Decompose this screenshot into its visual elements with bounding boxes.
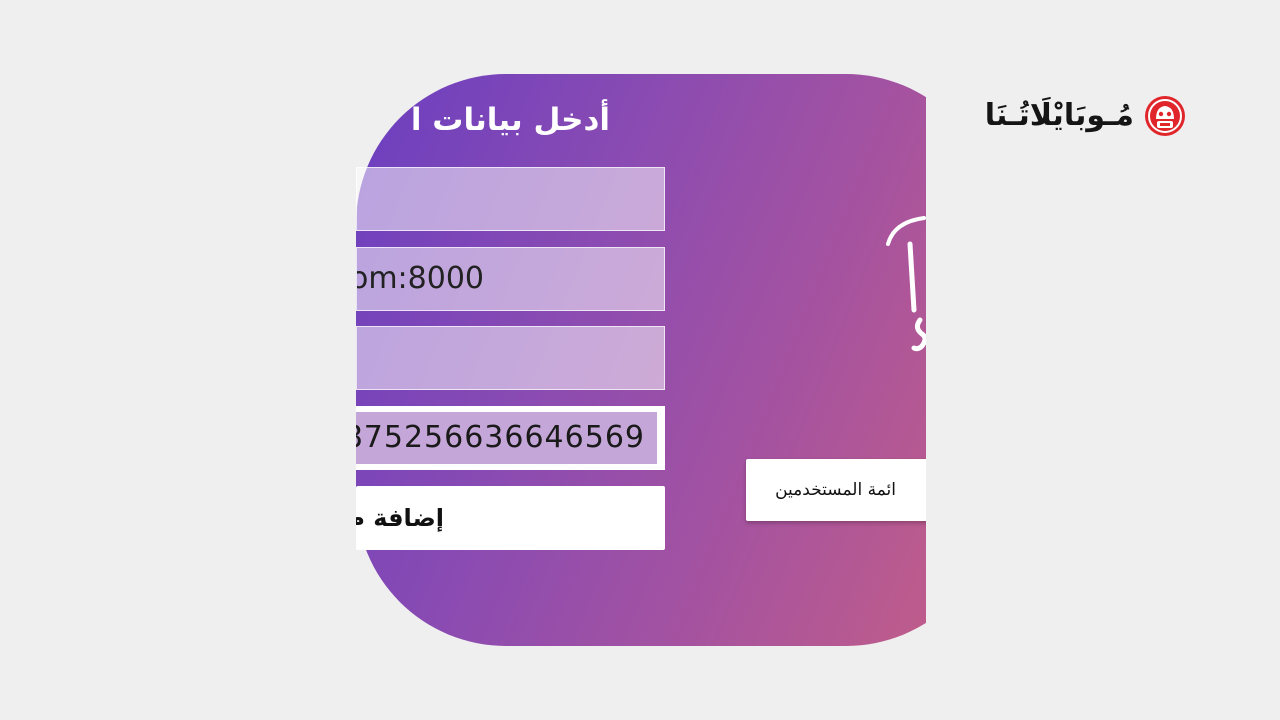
server-url-value: com:8000 [357,261,484,296]
mobile-brand-icon [1145,96,1185,136]
server-url-field[interactable]: com:8000 [356,247,665,311]
app-panel: أدخل بيانات ا com:8000 875256636646569 إ… [356,74,926,646]
watermark-logo: مُـوبَايْلَاتُـنَا [964,92,1186,140]
device-id-field[interactable]: 875256636646569 [356,406,665,470]
watermark-brand-name: مُـوبَايْلَاتُـنَا [984,98,1134,133]
device-id-field-inner: 875256636646569 [356,412,657,464]
add-user-button[interactable]: إضافة م [356,486,665,550]
users-list-button-label: ائمة المستخدمين [775,480,896,500]
add-user-button-label: إضافة م [356,504,444,532]
username-field[interactable] [356,167,665,231]
app-logo-fragment [886,216,926,352]
password-field[interactable] [356,326,665,390]
device-id-value: 875256636646569 [356,420,645,455]
users-list-button[interactable]: ائمة المستخدمين [746,459,926,521]
screenshot-stage: أدخل بيانات ا com:8000 875256636646569 إ… [0,0,1280,720]
form-title: أدخل بيانات ا [410,102,610,138]
